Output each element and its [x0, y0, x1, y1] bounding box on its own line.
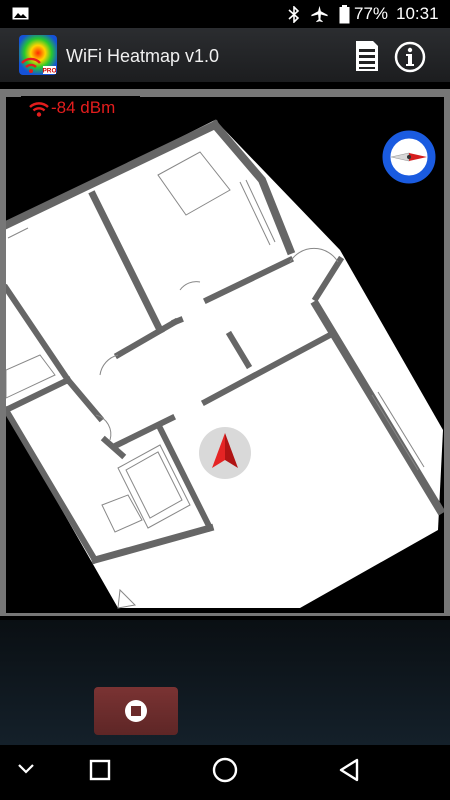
image-icon: [12, 7, 29, 20]
airplane-mode-icon: [311, 5, 328, 23]
back-icon[interactable]: [337, 757, 363, 783]
signal-strength-value: -84 dBm: [51, 98, 116, 117]
stop-icon: [125, 700, 147, 722]
info-icon[interactable]: [393, 40, 427, 74]
stop-recording-button[interactable]: [94, 687, 178, 735]
floor-plan: [6, 119, 444, 609]
recents-icon[interactable]: [88, 758, 112, 782]
target-info-text: (SP: 0) Target: Peak radiation level: [145, 99, 377, 116]
wifi-heatmap-app-icon: PRO: [19, 35, 57, 75]
app-title: WiFi Heatmap v1.0: [66, 46, 220, 66]
bluetooth-icon: [288, 6, 300, 23]
status-bar: 77% 10:31: [0, 0, 450, 28]
controls-area: [0, 620, 450, 745]
compass-icon[interactable]: [382, 130, 436, 184]
battery-percentage: 77%: [354, 4, 389, 23]
floor-plan-map[interactable]: [6, 97, 444, 613]
pro-badge: PRO: [42, 68, 56, 75]
direction-arrow-icon[interactable]: [198, 426, 252, 480]
wifi-signal-icon: [29, 102, 49, 117]
clock: 10:31: [396, 4, 439, 23]
home-icon[interactable]: [211, 756, 239, 784]
chevron-down-icon[interactable]: [16, 762, 36, 776]
battery-icon: [339, 5, 350, 24]
list-icon[interactable]: [349, 39, 383, 73]
